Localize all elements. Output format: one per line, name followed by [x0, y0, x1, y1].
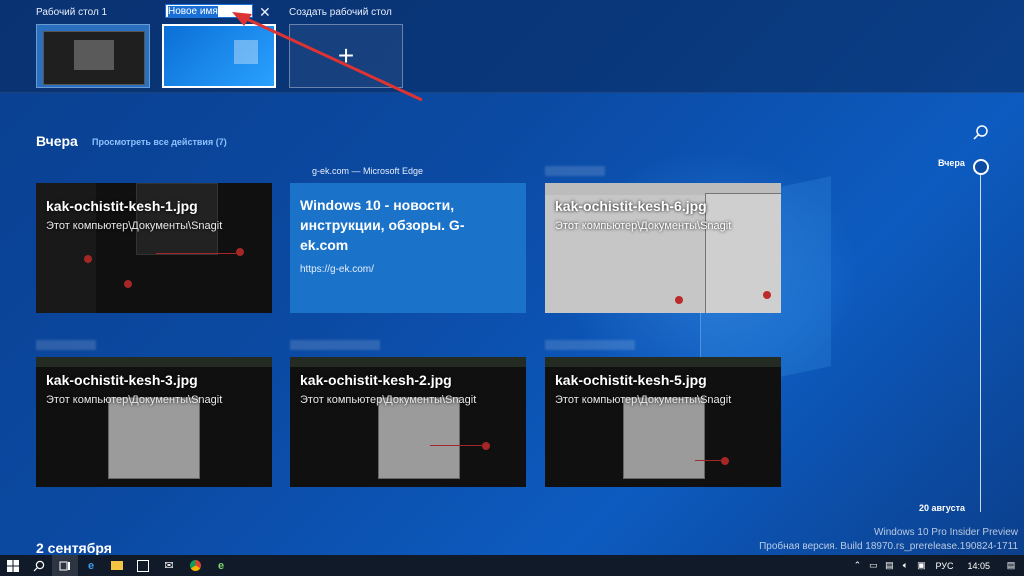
card-path: Этот компьютер\Документы\Snagit [555, 394, 732, 406]
search-taskbar-button[interactable] [26, 555, 52, 576]
card-title: kak-ochistit-kesh-3.jpg [46, 372, 198, 388]
card-title: kak-ochistit-kesh-6.jpg [555, 198, 707, 214]
language-indicator[interactable]: РУС [929, 561, 959, 571]
notifications-icon[interactable]: ▤ [998, 555, 1024, 576]
taskbar: e ✉ e ⌃ ▭ ▤ 🔈︎ ▣ РУС 14:05 ▤ [0, 555, 1024, 576]
usb-icon[interactable]: ▭ [865, 555, 881, 576]
card-path: Этот компьютер\Документы\Snagit [300, 394, 477, 406]
clock[interactable]: 14:05 [959, 561, 998, 571]
timeline-label-top: Вчера [938, 158, 965, 168]
edge-taskbar-button[interactable]: e [78, 555, 104, 576]
task-view-icon [59, 561, 70, 570]
task-view-button[interactable] [52, 555, 78, 576]
edge-app-label: g-ek.com — Microsoft Edge [312, 166, 424, 176]
store-taskbar-button[interactable] [130, 555, 156, 576]
card-url: https://g-ek.com/ [300, 264, 374, 275]
edge-icon: e [87, 559, 95, 572]
edge-dev-taskbar-button[interactable]: e [208, 555, 234, 576]
card-title: Windows 10 - новости, инструкции, обзоры… [300, 197, 465, 253]
start-button[interactable] [0, 555, 26, 576]
store-bag-icon [137, 559, 149, 572]
build-watermark-line1: Windows 10 Pro Insider Preview [874, 527, 1018, 538]
card-title: kak-ochistit-kesh-2.jpg [300, 372, 452, 388]
build-watermark-line2: Пробная версия. Build 18970.rs_prereleas… [759, 541, 1018, 552]
search-icon[interactable] [972, 124, 990, 142]
card-title: kak-ochistit-kesh-1.jpg [46, 198, 198, 214]
blurred-caption [545, 166, 605, 176]
windows-start-icon [7, 559, 19, 572]
chrome-taskbar-button[interactable] [182, 555, 208, 576]
activity-card[interactable]: kak-ochistit-kesh-3.jpg Этот компьютер\Д… [36, 357, 272, 487]
activity-card[interactable]: kak-ochistit-kesh-6.jpg Этот компьютер\Д… [545, 183, 781, 313]
chrome-icon [189, 560, 201, 571]
card-title: kak-ochistit-kesh-5.jpg [555, 372, 707, 388]
activity-card-edge[interactable]: Windows 10 - новости, инструкции, обзоры… [290, 183, 526, 313]
timeline-label-bottom: 20 августа [919, 503, 965, 513]
section-title-sept2: 2 сентября [36, 540, 112, 556]
activity-card[interactable]: kak-ochistit-kesh-5.jpg Этот компьютер\Д… [545, 357, 781, 487]
mail-icon: ✉ [164, 560, 174, 572]
network-icon[interactable]: ▤ [881, 555, 897, 576]
activity-card[interactable]: kak-ochistit-kesh-1.jpg Этот компьютер\Д… [36, 183, 272, 313]
edge-dev-icon: e [217, 559, 225, 572]
explorer-taskbar-button[interactable] [104, 555, 130, 576]
folder-icon [111, 561, 123, 570]
card-path: Этот компьютер\Документы\Snagit [46, 220, 223, 232]
chevron-up-icon[interactable]: ⌃ [849, 555, 865, 576]
timeline-scrubber-handle[interactable] [973, 159, 989, 175]
see-all-activities-link[interactable]: Просмотреть все действия (7) [92, 137, 227, 147]
volume-icon[interactable]: 🔈︎ [897, 555, 913, 576]
activity-card[interactable]: kak-ochistit-kesh-2.jpg Этот компьютер\Д… [290, 357, 526, 487]
display-icon[interactable]: ▣ [913, 555, 929, 576]
section-title-yesterday: Вчера [36, 133, 78, 149]
timeline-scrubber[interactable] [980, 167, 981, 512]
search-icon [33, 560, 45, 571]
card-path: Этот компьютер\Документы\Snagit [555, 220, 732, 232]
card-path: Этот компьютер\Документы\Snagit [46, 394, 223, 406]
system-tray: ⌃ ▭ ▤ 🔈︎ ▣ РУС 14:05 ▤ [849, 555, 1024, 576]
mail-taskbar-button[interactable]: ✉ [156, 555, 182, 576]
